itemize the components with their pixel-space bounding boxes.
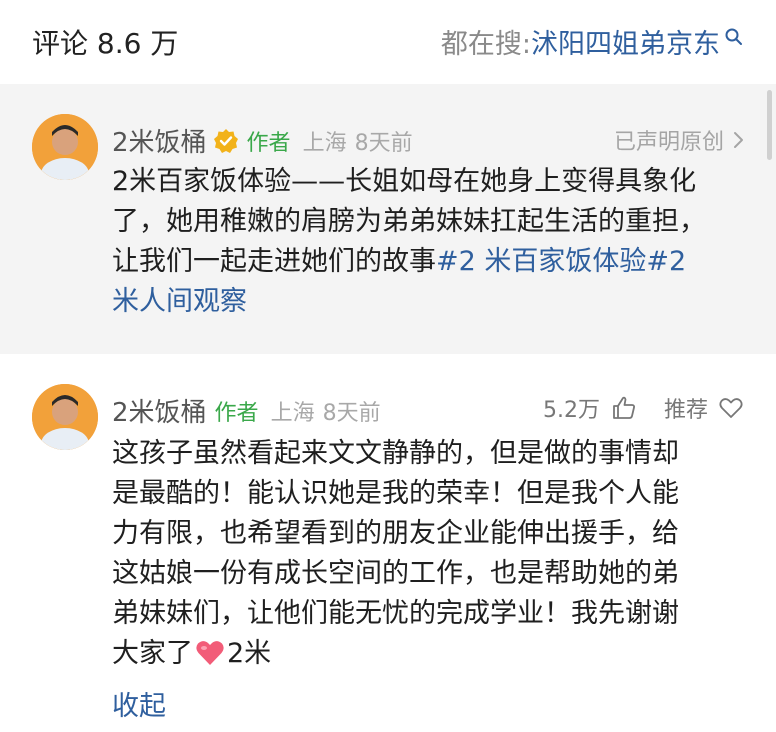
author-tag: 作者	[214, 400, 259, 426]
pinned-text-line: 让我们一起走进她们的故事#2 米百家饭体验#2	[112, 242, 752, 282]
pinned-comment-meta: 2米饭桶 作者 上海 8天前	[112, 122, 413, 159]
avatar-image	[32, 114, 98, 180]
comment-location: 上海	[270, 400, 315, 426]
reply-text-segment: 2米	[227, 638, 272, 669]
hashtag-link[interactable]: #2	[646, 246, 686, 277]
avatar-image	[32, 384, 98, 450]
pinned-text-segment: 让我们一起走进她们的故事	[112, 246, 436, 277]
trending-search[interactable]: 都在搜: 沭阳四姐弟京东	[441, 22, 744, 61]
like-count: 5.2万	[543, 398, 600, 423]
trending-search-prefix: 都在搜:	[440, 29, 531, 60]
original-claim-label: 已声明原创	[613, 130, 724, 155]
avatar[interactable]	[32, 114, 98, 180]
username[interactable]: 2米饭桶	[112, 392, 207, 429]
pinned-comment-text: 2米百家饭体验——长姐如母在她身上变得具象化 了，她用稚嫩的肩膀为弟弟妹妹扛起生…	[112, 162, 752, 322]
heart-emoji-icon	[196, 641, 224, 665]
reply-text-line: 是最酷的！能认识她是我的荣幸！但是我个人能	[112, 478, 679, 509]
hashtag-link[interactable]: #2 米百家饭体验	[436, 246, 646, 277]
comment-location: 上海	[302, 130, 347, 156]
recommend-label: 推荐	[663, 398, 708, 423]
scrollbar[interactable]	[767, 90, 772, 160]
comments-header: 评论 8.6 万 都在搜: 沭阳四姐弟京东	[0, 0, 776, 84]
reply-comment-text: 这孩子虽然看起来文文静静的，但是做的事情却 是最酷的！能认识她是我的荣幸！但是我…	[112, 434, 752, 674]
reply-text-segment: 大家了	[112, 638, 193, 669]
like-button[interactable]: 5.2万	[543, 392, 638, 424]
comment-time: 8天前	[322, 400, 381, 426]
pinned-text-line: 米人间观察	[112, 282, 752, 322]
chevron-right-icon	[734, 132, 743, 148]
thumb-up-icon	[613, 396, 635, 419]
reply-comment-meta: 2米饭桶 作者 上海 8天前	[112, 392, 381, 429]
hashtag-link[interactable]: 米人间观察	[112, 286, 247, 317]
trending-search-term[interactable]: 沭阳四姐弟京东	[531, 22, 720, 61]
reply-text-line: 弟妹妹们，让他们能无忧的完成学业！我先谢谢	[112, 598, 679, 629]
original-claim-link[interactable]: 已声明原创	[614, 124, 746, 156]
collapse-link[interactable]: 收起	[112, 684, 166, 723]
reply-text-line: 力有限，也希望看到的朋友企业能伸出援手，给	[112, 518, 679, 549]
search-icon[interactable]	[724, 27, 744, 47]
comments-count-title: 评论 8.6 万	[32, 27, 179, 60]
username[interactable]: 2米饭桶	[112, 122, 207, 159]
author-tag: 作者	[246, 130, 291, 156]
pinned-text-line: 2米百家饭体验——长姐如母在她身上变得具象化	[112, 166, 697, 197]
recommend-button[interactable]: 推荐	[664, 392, 744, 424]
reply-text-line: 大家了 2米	[112, 634, 752, 674]
comment-time: 8天前	[354, 130, 413, 156]
verified-badge-icon	[213, 128, 238, 153]
reply-text-line: 这孩子虽然看起来文文静静的，但是做的事情却	[112, 438, 679, 469]
pinned-text-line: 了，她用稚嫩的肩膀为弟弟妹妹扛起生活的重担，	[112, 206, 706, 237]
avatar[interactable]	[32, 384, 98, 450]
heart-outline-icon	[719, 398, 743, 418]
reply-text-line: 这姑娘一份有成长空间的工作，也是帮助她的弟	[112, 558, 679, 589]
